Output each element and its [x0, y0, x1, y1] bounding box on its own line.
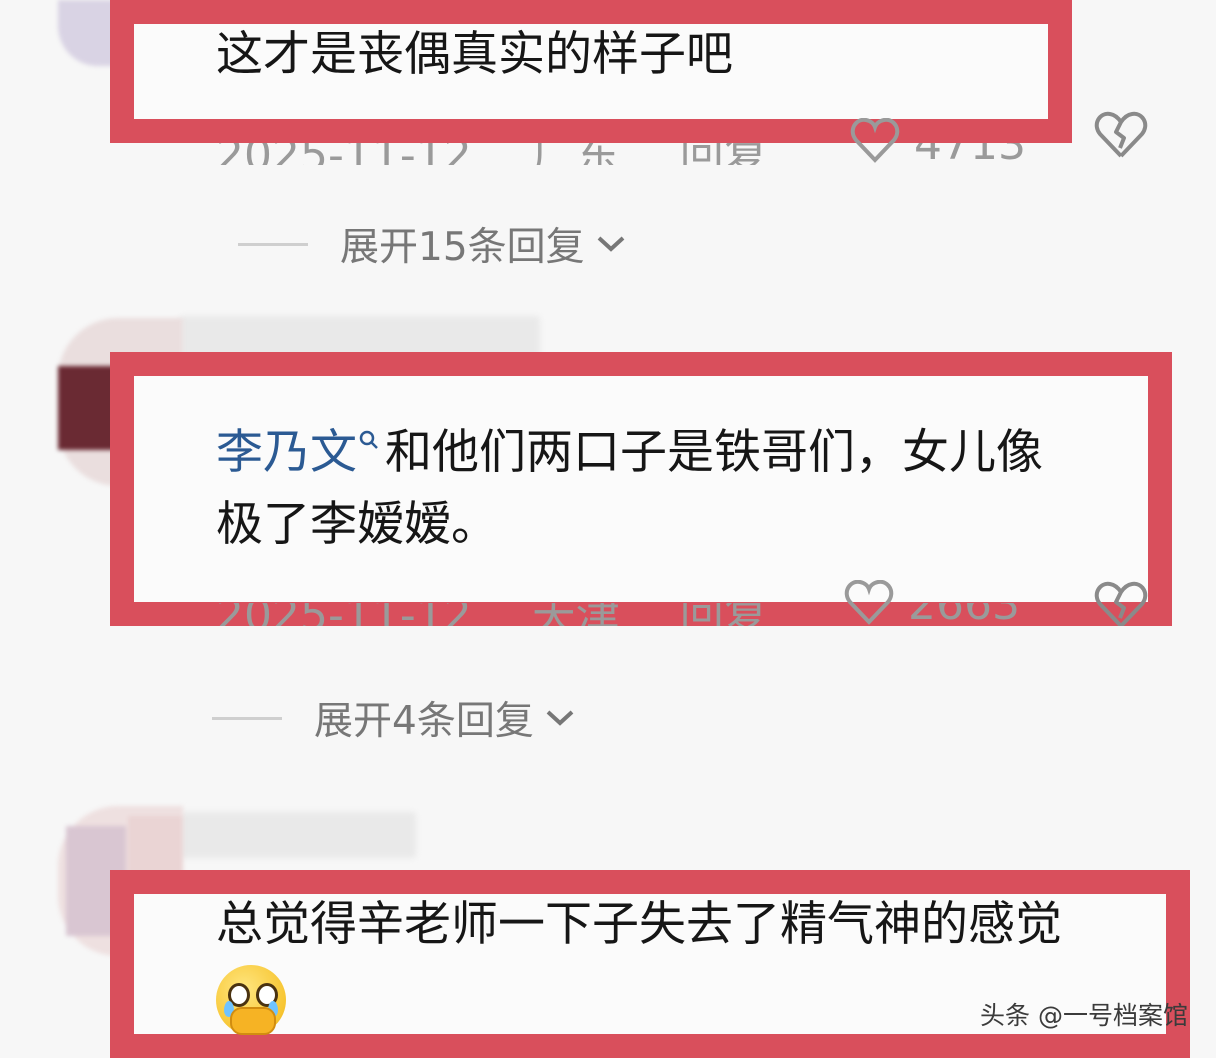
comment-date: 2025-11-12	[216, 603, 472, 626]
comment-location: 天津	[532, 603, 620, 626]
comment-location: 广东	[532, 143, 620, 165]
comment-meta: 2025-11-12 广东 回复	[216, 143, 828, 165]
expand-replies-button[interactable]: 展开4条回复	[212, 690, 576, 746]
reply-link[interactable]: 回复	[680, 603, 768, 626]
divider	[212, 716, 282, 720]
like-icon[interactable]	[850, 118, 900, 163]
reply-link[interactable]: 回复	[680, 143, 768, 165]
pleading-face-emoji	[216, 965, 286, 1035]
comment-text: 这才是丧偶真实的样子吧	[216, 27, 733, 82]
broken-heart-icon[interactable]	[1094, 110, 1148, 160]
expand-replies-label: 展开4条回复	[314, 699, 534, 744]
expand-replies-label: 展开15条回复	[340, 225, 585, 270]
chevron-down-icon	[597, 236, 624, 252]
comment-text: 总觉得辛老师一下子失去了精气神的感觉	[216, 897, 1062, 952]
highlight-box	[110, 352, 1172, 626]
expand-replies-button[interactable]: 展开15条回复	[238, 216, 627, 272]
broken-heart-icon[interactable]	[1094, 580, 1148, 626]
comment-meta: 2025-11-12 天津 回复	[216, 603, 828, 626]
like-icon[interactable]	[844, 580, 894, 625]
chevron-down-icon	[546, 710, 574, 726]
divider	[238, 242, 308, 246]
comment-date: 2025-11-12	[216, 143, 472, 165]
watermark: 头条 @一号档案馆	[980, 1001, 1188, 1030]
search-icon[interactable]	[357, 428, 381, 452]
comment-line-2: 极了李嫒嫒。	[216, 497, 498, 552]
comment-line-1: 和他们两口子是铁哥们，女儿像	[385, 425, 1043, 480]
like-count: 4713	[914, 143, 1086, 165]
mention-link[interactable]: 李乃文	[216, 425, 357, 480]
like-count: 2663	[908, 603, 1080, 626]
username-blurred[interactable]	[180, 812, 416, 858]
comment-text: 李乃文 和他们两口子是铁哥们，女儿像	[216, 418, 1043, 488]
